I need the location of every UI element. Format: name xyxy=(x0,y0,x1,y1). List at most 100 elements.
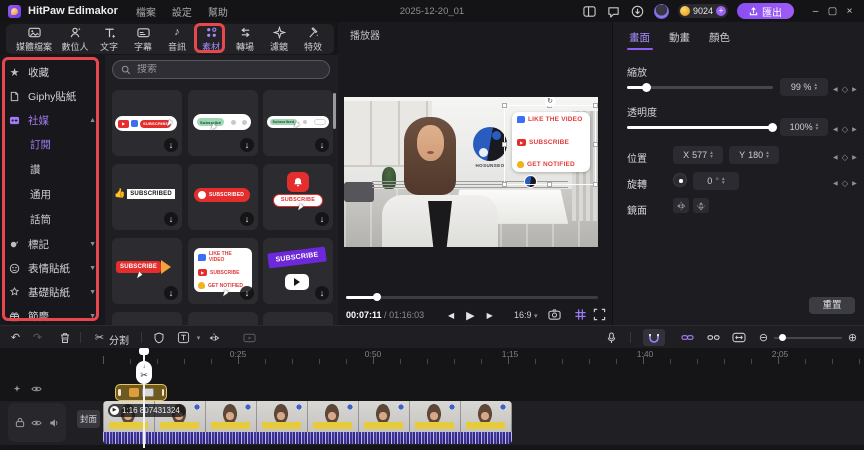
keyframe-prev-icon[interactable]: ◀ xyxy=(833,86,838,93)
layout-panels-icon[interactable] xyxy=(582,4,597,19)
download-sticker-button[interactable]: ↓ xyxy=(240,138,254,152)
grid-overlay-icon[interactable] xyxy=(574,308,588,322)
record-icon[interactable] xyxy=(242,330,257,345)
coin-balance[interactable]: 9024 + xyxy=(678,4,728,18)
download-sticker-button[interactable]: ↓ xyxy=(240,212,254,226)
opacity-slider[interactable] xyxy=(627,126,773,129)
menu-file[interactable]: 檔案 xyxy=(136,4,156,19)
redo-icon[interactable]: ↷ xyxy=(30,330,45,345)
sticker-item[interactable]: SUBSCRIBE ↓ xyxy=(112,238,182,304)
resize-handle[interactable] xyxy=(593,142,598,147)
chevron-down-icon[interactable]: ▼ xyxy=(89,241,96,248)
chevron-down-icon[interactable]: ▾ xyxy=(191,330,206,345)
search-bar[interactable] xyxy=(112,60,330,79)
sticker-item[interactable]: SUBSCRIBE ↓ xyxy=(263,164,333,230)
keyframe-add-icon[interactable]: ◇ xyxy=(842,124,849,135)
play-button[interactable]: ▶ xyxy=(466,309,474,322)
sticker-clip[interactable] xyxy=(115,384,167,401)
tab-media-files[interactable]: 媒體檔案 xyxy=(10,26,58,53)
track-lock-icon[interactable] xyxy=(15,417,25,428)
download-sticker-button[interactable]: ↓ xyxy=(164,138,178,152)
position-y-input[interactable]: Y180▴▾ xyxy=(729,146,779,164)
unlink-icon[interactable] xyxy=(706,330,721,345)
track-visibility-icon[interactable] xyxy=(31,418,42,428)
resize-handle[interactable] xyxy=(502,142,507,147)
sticker-item[interactable]: ▶ SUBSCRIBE ↓ xyxy=(112,90,182,156)
tab-text[interactable]: 文字 xyxy=(92,26,126,53)
step-down-icon[interactable]: ▾ xyxy=(766,155,769,160)
download-icon[interactable] xyxy=(630,4,645,19)
step-down-icon[interactable]: ▾ xyxy=(814,87,817,92)
reset-button[interactable]: 重置 xyxy=(809,297,855,314)
undo-icon[interactable]: ↶ xyxy=(8,330,23,345)
chevron-down-icon[interactable]: ▼ xyxy=(89,289,96,296)
keyframe-add-icon[interactable]: ◇ xyxy=(842,178,849,189)
zoom-out-icon[interactable]: ⊖ xyxy=(756,330,771,345)
tab-transitions[interactable]: 轉場 xyxy=(228,26,262,53)
track-mute-icon[interactable] xyxy=(49,418,59,428)
timeline-ruler[interactable]: 0:25 0:50 1:15 1:40 2:05 xyxy=(103,348,864,366)
rotation-value-input[interactable]: 0°▴▾ xyxy=(693,172,739,190)
keyframe-next-icon[interactable]: ▶ xyxy=(852,86,857,93)
menu-settings[interactable]: 設定 xyxy=(172,4,192,19)
video-preview[interactable]: HOSUNSEO LIKE THE VIDEO ▶SUBSCRIBE GET N… xyxy=(344,97,598,247)
rotation-dial[interactable] xyxy=(673,173,687,187)
sidebar-subitem-mic[interactable]: 話筒 xyxy=(0,207,105,232)
track-visibility-icon[interactable] xyxy=(31,384,42,394)
fit-timeline-icon[interactable] xyxy=(731,330,746,345)
sidebar-subitem-subscribe[interactable]: 訂閱 xyxy=(0,132,105,157)
download-sticker-button[interactable]: ↓ xyxy=(164,286,178,300)
resize-handle[interactable] xyxy=(593,182,598,187)
zoom-in-icon[interactable]: ⊕ xyxy=(845,330,860,345)
video-clip[interactable]: ▶ 1:16 807431324 xyxy=(103,401,512,444)
add-coins-button[interactable]: + xyxy=(716,6,726,16)
sidebar-item-social[interactable]: 社媒 ▲ xyxy=(0,108,105,132)
sticker-item[interactable]: SUBSCRIBE ↓ xyxy=(263,238,333,304)
microphone-icon[interactable] xyxy=(604,330,619,345)
step-down-icon[interactable]: ▾ xyxy=(722,181,725,186)
delete-icon[interactable] xyxy=(57,330,72,345)
magnet-icon[interactable] xyxy=(646,330,661,345)
zoom-knob[interactable] xyxy=(779,334,786,341)
fullscreen-icon[interactable] xyxy=(593,308,607,322)
sticker-item[interactable] xyxy=(263,312,333,325)
tab-filters[interactable]: 濾鏡 xyxy=(262,26,296,53)
library-scrollbar[interactable] xyxy=(333,93,336,129)
resize-handle[interactable] xyxy=(502,103,507,108)
minimize-button[interactable]: – xyxy=(807,6,824,17)
mirror-tool-icon[interactable] xyxy=(206,330,221,345)
scissors-icon[interactable]: ✂ xyxy=(92,330,107,345)
split-label[interactable]: 分割 xyxy=(109,332,129,347)
keyframe-next-icon[interactable]: ▶ xyxy=(852,126,857,133)
feedback-icon[interactable] xyxy=(606,4,621,19)
scale-slider[interactable] xyxy=(627,86,773,89)
keyframe-next-icon[interactable]: ▶ xyxy=(852,154,857,161)
sticker-item[interactable]: Subscribed ↓ xyxy=(263,90,333,156)
sticker-item[interactable] xyxy=(112,312,182,325)
tab-color[interactable]: 顏色 xyxy=(709,30,730,45)
chevron-down-icon[interactable]: ▼ xyxy=(89,313,96,320)
effects-track-icon[interactable] xyxy=(12,384,22,394)
sidebar-item-favorites[interactable]: ★ 收藏 xyxy=(0,60,105,84)
export-button[interactable]: 匯出 xyxy=(737,3,794,19)
link-icon[interactable] xyxy=(680,330,695,345)
sidebar-item-giphy[interactable]: Giphy貼紙 xyxy=(0,84,105,108)
flip-horizontal-button[interactable] xyxy=(673,198,689,213)
tab-stickers[interactable]: 素材 xyxy=(194,26,228,53)
shield-marker-icon[interactable] xyxy=(151,330,166,345)
keyframe-add-icon[interactable]: ◇ xyxy=(842,152,849,163)
resize-handle[interactable] xyxy=(593,103,598,108)
keyframe-next-icon[interactable]: ▶ xyxy=(852,180,857,187)
progress-knob[interactable] xyxy=(373,293,381,301)
close-button[interactable]: × xyxy=(841,6,858,17)
sticker-item[interactable]: 👍 SUBSCRIBED ↓ xyxy=(112,164,182,230)
scale-value-input[interactable]: 99 %▴▾ xyxy=(780,78,828,96)
step-down-icon[interactable]: ▾ xyxy=(816,127,819,132)
download-sticker-button[interactable]: ↓ xyxy=(164,212,178,226)
sticker-item[interactable]: Subscribe ↓ xyxy=(188,90,258,156)
download-sticker-button[interactable]: ↓ xyxy=(315,212,329,226)
user-avatar[interactable] xyxy=(654,4,669,19)
tab-subtitles[interactable]: 字幕 xyxy=(126,26,160,53)
tab-picture[interactable]: 畫面 xyxy=(629,30,650,45)
search-input[interactable] xyxy=(137,64,287,75)
